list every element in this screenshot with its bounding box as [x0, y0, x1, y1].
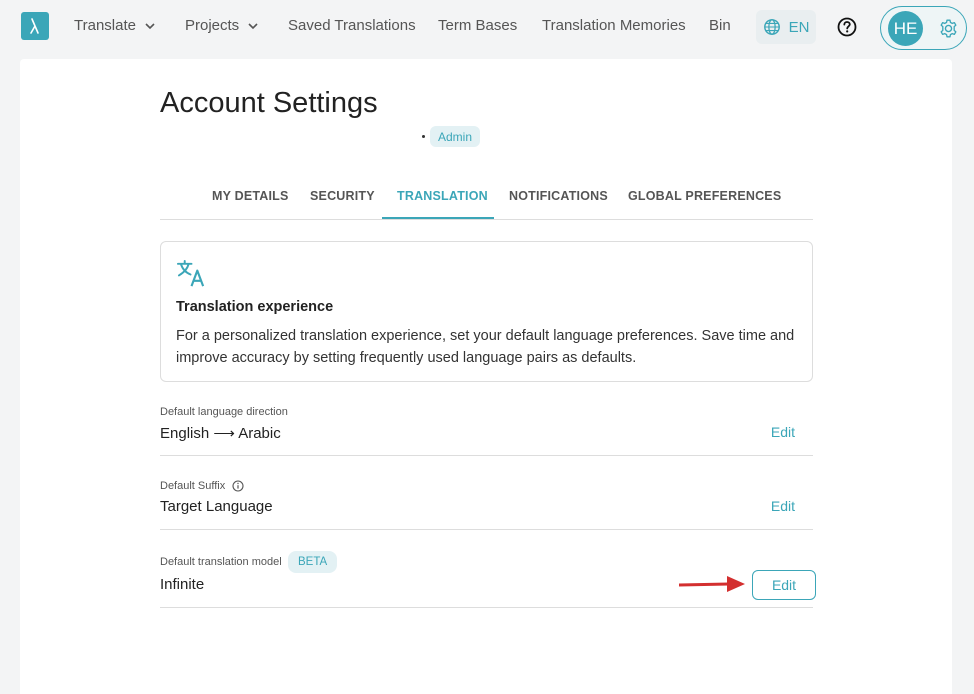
chevron-down-icon	[145, 22, 155, 29]
nav-translation-memories-label: Translation Memories	[542, 17, 686, 34]
app-logo[interactable]	[21, 12, 49, 40]
nav-translate-label: Translate	[74, 17, 136, 34]
top-navbar: Translate Projects Saved Translations Te…	[0, 0, 974, 56]
settings-card: Account Settings Admin MY DETAILS SECURI…	[20, 59, 952, 694]
tab-translation[interactable]: TRANSLATION	[397, 189, 488, 203]
setting-label: Default Suffix	[160, 480, 226, 492]
chevron-down-icon	[248, 22, 258, 29]
avatar[interactable]: HE	[888, 11, 923, 46]
separator-dot	[422, 135, 425, 138]
globe-icon	[763, 19, 780, 35]
settings-tabs: MY DETAILS SECURITY TRANSLATION NOTIFICA…	[160, 177, 813, 220]
tab-my-details[interactable]: MY DETAILS	[212, 189, 289, 203]
nav-saved-translations-label: Saved Translations	[288, 17, 416, 34]
nav-saved-translations[interactable]: Saved Translations	[288, 17, 416, 34]
setting-label: Default translation model	[160, 556, 282, 568]
nav-translate[interactable]: Translate	[74, 17, 156, 34]
setting-value: English ⟶ Arabic	[160, 425, 281, 442]
lambda-logo-icon	[30, 18, 39, 34]
edit-language-direction-button[interactable]: Edit	[771, 424, 795, 440]
nav-bin[interactable]: Bin	[709, 17, 731, 34]
beta-badge: BETA	[288, 551, 338, 573]
edit-suffix-button[interactable]: Edit	[771, 498, 795, 514]
setting-row-language-direction: Default language direction English ⟶ Ara…	[160, 401, 813, 456]
gear-icon[interactable]	[938, 18, 959, 39]
active-tab-indicator	[382, 217, 494, 219]
nav-term-bases-label: Term Bases	[438, 17, 518, 34]
info-icon[interactable]	[232, 480, 244, 492]
info-title: Translation experience	[176, 299, 334, 315]
nav-projects-label: Projects	[185, 17, 240, 34]
user-menu[interactable]: HE	[880, 6, 967, 50]
nav-term-bases[interactable]: Term Bases	[438, 17, 517, 34]
setting-value: Target Language	[160, 498, 273, 515]
tab-notifications[interactable]: NOTIFICATIONS	[509, 189, 608, 203]
setting-row-suffix: Default Suffix Target Language Edit	[160, 475, 813, 530]
role-badge: Admin	[430, 126, 481, 147]
setting-value: Infinite	[160, 576, 205, 593]
page-title: Account Settings	[160, 87, 378, 119]
nav-projects[interactable]: Projects	[185, 17, 259, 34]
edit-translation-model-button[interactable]: Edit	[752, 570, 816, 600]
language-code: EN	[788, 18, 810, 36]
tab-security[interactable]: SECURITY	[310, 189, 375, 203]
help-icon[interactable]	[837, 17, 857, 37]
tab-global-preferences[interactable]: GLOBAL PREFERENCES	[628, 189, 781, 203]
avatar-initials: HE	[893, 18, 918, 38]
language-selector[interactable]: EN	[756, 10, 816, 44]
info-description: For a personalized translation experienc…	[176, 328, 795, 366]
setting-label: Default language direction	[160, 406, 288, 418]
translation-info-box: Translation experience For a personalize…	[160, 241, 813, 382]
nav-translation-memories[interactable]: Translation Memories	[542, 17, 686, 34]
translate-icon	[176, 259, 205, 287]
annotation-arrow-icon	[679, 576, 745, 592]
nav-bin-label: Bin	[709, 17, 731, 34]
